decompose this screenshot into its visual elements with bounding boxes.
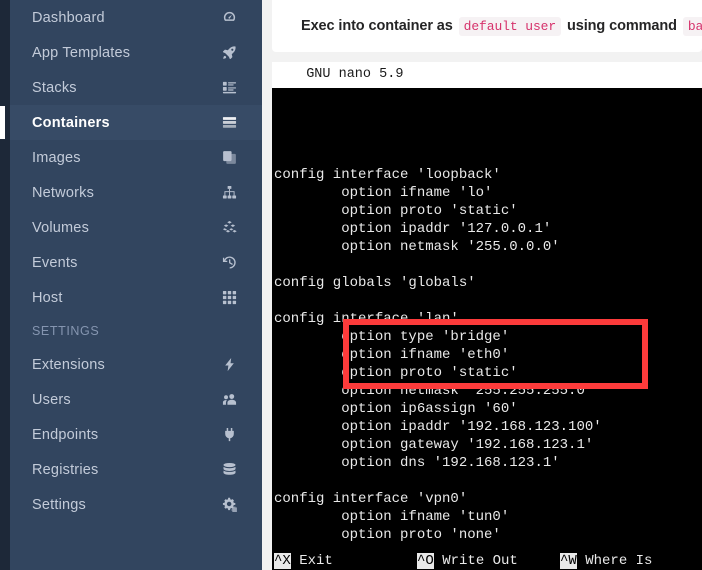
sidebar-section-settings: SETTINGS xyxy=(10,315,262,347)
terminal-line: option gateway '192.168.123.1' xyxy=(274,437,594,453)
sidebar-item-events[interactable]: Events xyxy=(10,245,262,280)
copy-icon xyxy=(218,150,240,165)
dashboard-icon xyxy=(218,10,240,25)
terminal-line: config interface 'loopback' xyxy=(274,167,501,183)
sidebar-item-label: Stacks xyxy=(32,79,77,96)
terminal-line: option dns '192.168.123.1' xyxy=(274,455,560,471)
sitemap-icon xyxy=(218,185,240,200)
nano-shortcut-key: ^X xyxy=(274,553,291,569)
sidebar-item-stacks[interactable]: Stacks xyxy=(10,70,262,105)
sidebar-item-app-templates[interactable]: App Templates xyxy=(10,35,262,70)
list-icon xyxy=(218,80,240,95)
rocket-icon xyxy=(218,45,240,60)
terminal-line: config globals 'globals' xyxy=(274,275,476,291)
exec-description: Exec into container as default user usin… xyxy=(272,17,702,36)
terminal-line: option netmask '255.255.255.0' xyxy=(274,383,594,399)
sidebar-item-label: App Templates xyxy=(32,44,131,61)
sidebar-item-host[interactable]: Host xyxy=(10,280,262,315)
cubes-icon xyxy=(218,220,240,235)
nano-shortcut[interactable]: ^W Where Is xyxy=(558,552,701,570)
terminal-line: option ifname 'tun0' xyxy=(274,509,510,525)
sidebar-item-label: Dashboard xyxy=(32,9,105,26)
sidebar-item-label: Host xyxy=(32,289,63,306)
exec-info-card: Exec into container as default user usin… xyxy=(272,0,702,52)
sidebar-item-registries[interactable]: Registries xyxy=(10,452,262,487)
sidebar-item-label: Volumes xyxy=(32,219,90,236)
sidebar-item-dashboard[interactable]: Dashboard xyxy=(10,0,262,35)
sidebar-nav: Dashboard App Templates Stacks Containers Im… xyxy=(0,0,262,522)
sidebar: Dashboard App Templates Stacks Containers Im… xyxy=(0,0,262,570)
sidebar-item-volumes[interactable]: Volumes xyxy=(10,210,262,245)
nano-shortcut-label: Exit xyxy=(290,553,333,569)
nano-shortcut-bar: ^X Exit ^O Write Out ^W Where Is xyxy=(272,552,702,570)
sidebar-item-label: Extensions xyxy=(32,356,105,373)
terminal-line: option ifname 'eth0' xyxy=(274,347,510,363)
main-pane: Exec into container as default user usin… xyxy=(262,0,702,570)
sidebar-item-label: Containers xyxy=(32,114,110,131)
terminal-line: option proto 'static' xyxy=(274,365,518,381)
terminal-line: option netmask '255.0.0.0' xyxy=(274,239,560,255)
bolt-icon xyxy=(218,357,240,372)
nano-title-bar: GNU nano 5.9 xyxy=(272,62,702,88)
nano-editor-buffer[interactable]: config interface 'loopback' option ifnam… xyxy=(272,88,702,570)
sidebar-item-containers[interactable]: Containers xyxy=(0,105,262,140)
exec-user-badge: default user xyxy=(458,17,562,36)
sidebar-item-endpoints[interactable]: Endpoints xyxy=(10,417,262,452)
nano-shortcut-row: ^X Exit ^O Write Out ^W Where Is xyxy=(272,552,702,570)
sidebar-item-label: Registries xyxy=(32,461,99,478)
sidebar-item-label: Events xyxy=(32,254,78,271)
sidebar-item-label: Settings xyxy=(32,496,86,513)
nano-shortcut-label: Write Out xyxy=(433,553,518,569)
terminal-line: option ip6assign '60' xyxy=(274,401,518,417)
terminal-console[interactable]: GNU nano 5.9 config interface 'loopback'… xyxy=(272,62,702,570)
nano-shortcut[interactable]: ^X Exit xyxy=(272,552,415,570)
app-screen: Dashboard App Templates Stacks Containers Im… xyxy=(0,0,702,570)
grid-icon xyxy=(218,290,240,305)
terminal-line: config interface 'vpn0' xyxy=(274,491,468,507)
containers-icon xyxy=(218,115,240,130)
nano-shortcut[interactable]: ^O Write Out xyxy=(415,552,558,570)
database-icon xyxy=(218,462,240,477)
history-icon xyxy=(218,255,240,270)
nano-shortcut-key: ^W xyxy=(560,553,577,569)
terminal-line: option proto 'static' xyxy=(274,203,518,219)
sidebar-item-label: Images xyxy=(32,149,81,166)
sidebar-item-users[interactable]: Users xyxy=(10,382,262,417)
exec-text-middle: using command xyxy=(563,18,681,34)
nano-shortcut-key: ^O xyxy=(417,553,434,569)
terminal-line: option ifname 'lo' xyxy=(274,185,493,201)
terminal-line: option proto 'none' xyxy=(274,527,501,543)
terminal-line: config interface 'lan' xyxy=(274,311,459,327)
nano-shortcut-label: Where Is xyxy=(576,553,653,569)
exec-command-badge: bash xyxy=(682,17,702,36)
sidebar-item-label: Networks xyxy=(32,184,95,201)
users-icon xyxy=(218,392,240,407)
sidebar-item-extensions[interactable]: Extensions xyxy=(10,347,262,382)
terminal-line: option ipaddr '192.168.123.100' xyxy=(274,419,602,435)
sidebar-item-label: Users xyxy=(32,391,71,408)
sidebar-item-settings[interactable]: Settings xyxy=(10,487,262,522)
sidebar-gutter xyxy=(0,0,10,570)
plug-icon xyxy=(218,427,240,442)
cogs-icon xyxy=(218,497,240,512)
sidebar-section-label: SETTINGS xyxy=(32,324,100,338)
sidebar-item-networks[interactable]: Networks xyxy=(10,175,262,210)
exec-text-prefix: Exec into container as xyxy=(301,18,457,34)
terminal-line: option ipaddr '127.0.0.1' xyxy=(274,221,552,237)
sidebar-item-label: Endpoints xyxy=(32,426,99,443)
terminal-line: option type 'bridge' xyxy=(274,329,510,345)
sidebar-item-images[interactable]: Images xyxy=(10,140,262,175)
